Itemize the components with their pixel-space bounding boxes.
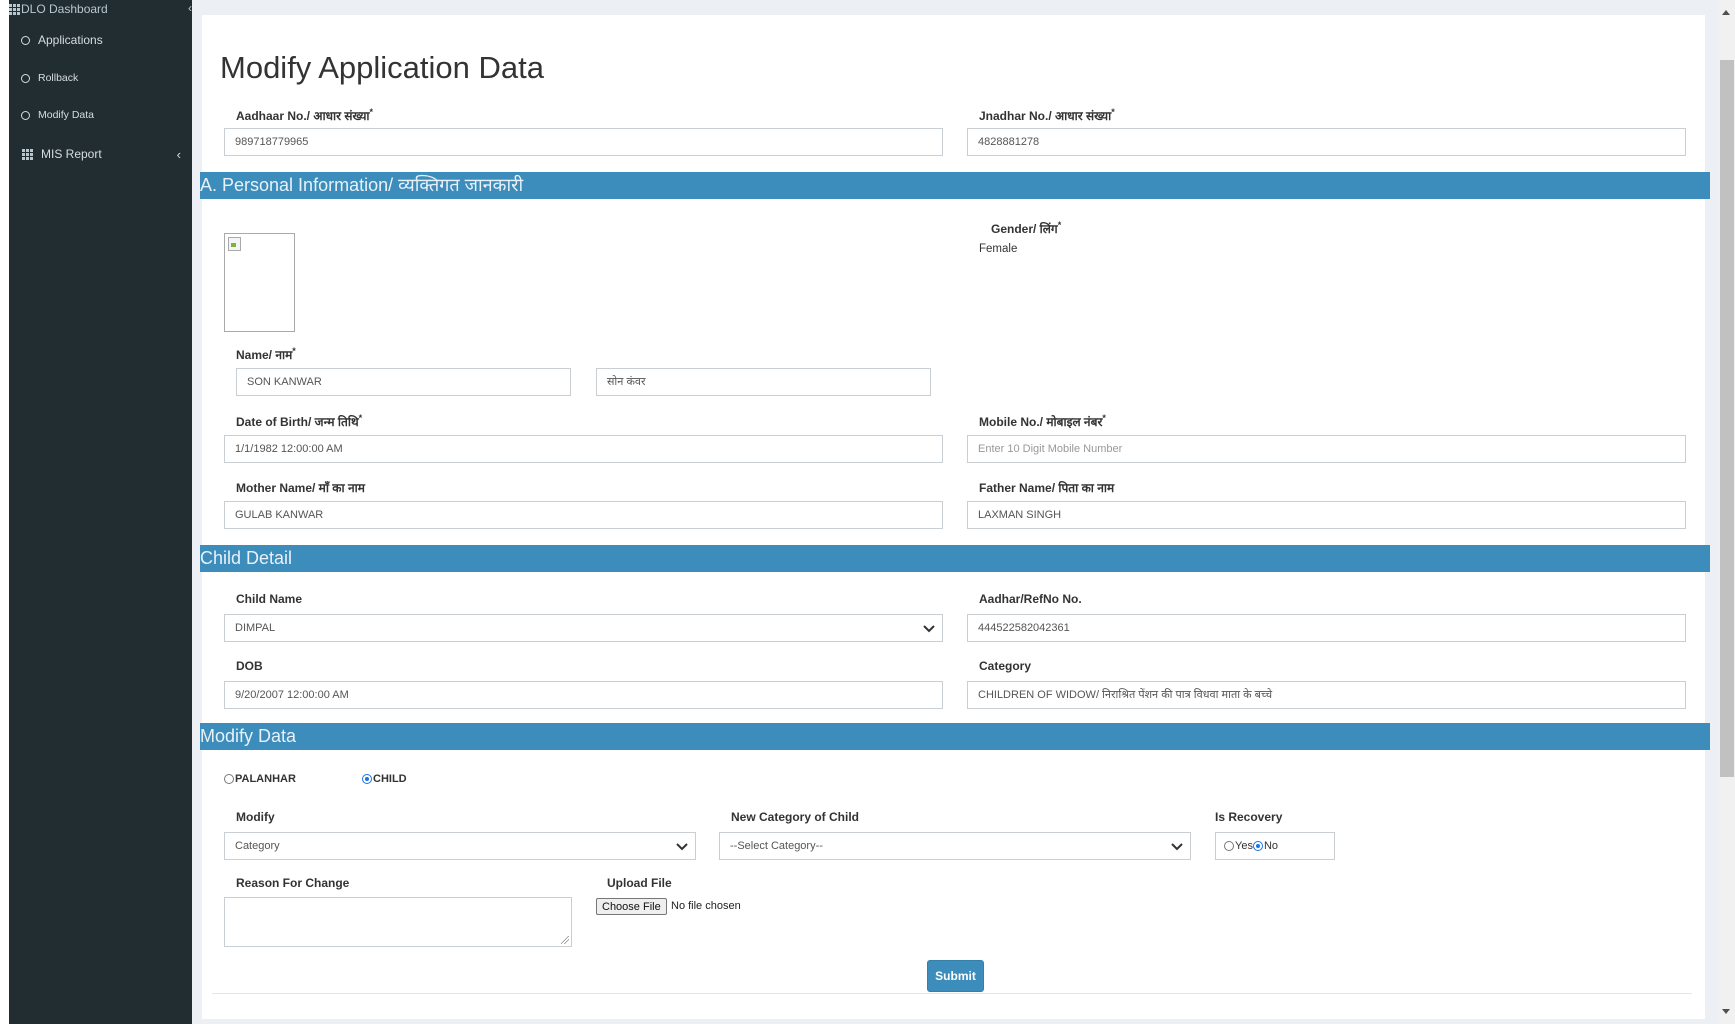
child-dob-label: DOB	[236, 659, 263, 673]
radio-button-selected-icon[interactable]	[362, 774, 372, 784]
choose-file-button[interactable]: Choose File	[596, 898, 667, 915]
scrollbar-thumb[interactable]	[1720, 60, 1734, 777]
recovery-yes-label: Yes	[1235, 840, 1253, 853]
sidebar-item-applications[interactable]: Applications	[9, 25, 192, 55]
chevron-down-icon	[676, 843, 688, 851]
mother-name-label: Mother Name/ माँ का नाम	[236, 481, 365, 495]
radio-palanhar-label: PALANHAR	[235, 773, 296, 785]
circle-icon	[21, 35, 30, 45]
file-status-text: No file chosen	[671, 900, 741, 912]
aadhaar-input[interactable]: 989718779965	[224, 128, 943, 156]
page-title: Modify Application Data	[220, 50, 544, 85]
recovery-no-label: No	[1263, 840, 1279, 853]
circle-icon	[21, 73, 30, 83]
scroll-up-arrow-icon[interactable]	[1722, 10, 1730, 15]
radio-button-icon[interactable]	[224, 774, 234, 784]
child-category-label: Category	[979, 659, 1032, 673]
sidebar-item-label: Modify Data	[38, 109, 95, 121]
reason-label: Reason For Change	[236, 876, 350, 890]
sidebar-item-mis-report[interactable]: MIS Report ‹	[9, 139, 192, 169]
recovery-yes-option[interactable]: Yes	[1224, 833, 1253, 859]
new-category-label: New Category of Child	[731, 810, 860, 824]
name-english-input[interactable]: SON KANWAR	[236, 368, 571, 396]
is-recovery-label: Is Recovery	[1215, 810, 1283, 824]
radio-button-icon[interactable]	[1224, 841, 1234, 852]
is-recovery-group: Yes No	[1215, 832, 1335, 860]
modify-select[interactable]: Category	[224, 832, 696, 860]
name-hindi-input[interactable]: सोन कंवर	[596, 368, 931, 396]
name-label: Name/ नाम*	[236, 346, 296, 362]
sidebar-item-label: MIS Report	[41, 147, 102, 161]
sidebar: DLO Dashboard ‹ Applications Rollback Mo…	[9, 0, 192, 1024]
section-modify-data: Modify Data	[200, 723, 1710, 750]
mobile-label: Mobile No./ मोबाइल नंबर*	[979, 413, 1106, 429]
child-name-value: DIMPAL	[235, 622, 276, 634]
chevron-down-icon	[923, 625, 935, 633]
table-icon	[22, 148, 33, 160]
resize-grip-icon[interactable]	[561, 936, 569, 944]
dob-input[interactable]: 1/1/1982 12:00:00 AM	[224, 435, 943, 463]
sidebar-item-label: Applications	[38, 33, 103, 47]
mother-name-input[interactable]: GULAB KANWAR	[224, 501, 943, 529]
father-name-input[interactable]: LAXMAN SINGH	[967, 501, 1686, 529]
dob-label: Date of Birth/ जन्म तिथि*	[236, 413, 363, 429]
new-category-select[interactable]: --Select Category--	[719, 832, 1191, 860]
radio-palanhar[interactable]: PALANHAR	[224, 773, 296, 785]
divider	[212, 993, 1692, 994]
father-name-label: Father Name/ पिता का नाम	[979, 481, 1115, 495]
child-aadhar-label: Aadhar/RefNo No.	[979, 592, 1082, 606]
circle-icon	[21, 110, 30, 120]
gender-value: Female	[979, 243, 1018, 255]
upload-file-label: Upload File	[607, 876, 672, 890]
dashboard-icon	[9, 4, 20, 15]
sidebar-item-modify-data[interactable]: Modify Data	[9, 100, 192, 130]
jnadhar-input[interactable]: 4828881278	[967, 128, 1686, 156]
child-aadhar-input[interactable]: 444522582042361	[967, 614, 1686, 642]
recovery-no-option[interactable]: No	[1252, 833, 1279, 859]
jnadhar-label: Jnadhar No./ आधार संख्या*	[979, 107, 1115, 123]
chevron-left-icon: ‹	[176, 146, 181, 162]
child-name-select[interactable]: DIMPAL	[224, 614, 943, 642]
chevron-down-icon	[1171, 843, 1183, 851]
broken-image-icon	[228, 237, 241, 251]
new-category-select-value: --Select Category--	[730, 840, 823, 852]
radio-child[interactable]: CHILD	[362, 773, 407, 785]
child-category-input[interactable]: CHILDREN OF WIDOW/ निराश्रित पेंशन की पा…	[967, 681, 1686, 709]
sidebar-header[interactable]: DLO Dashboard ‹	[9, 1, 192, 18]
sidebar-item-rollback[interactable]: Rollback	[9, 63, 192, 93]
child-dob-input[interactable]: 9/20/2007 12:00:00 AM	[224, 681, 943, 709]
reason-textarea[interactable]	[224, 897, 572, 947]
sidebar-header-label: DLO Dashboard	[21, 2, 108, 16]
mobile-input[interactable]: Enter 10 Digit Mobile Number	[967, 435, 1686, 463]
section-personal-information: A. Personal Information/ व्यक्तिगत जानका…	[200, 172, 1710, 199]
aadhaar-label: Aadhaar No./ आधार संख्या*	[236, 107, 374, 123]
sidebar-item-label: Rollback	[38, 72, 79, 84]
modify-select-value: Category	[235, 840, 280, 852]
gender-label: Gender/ लिंग*	[991, 220, 1062, 236]
scroll-down-arrow-icon[interactable]	[1722, 1009, 1730, 1014]
submit-button[interactable]: Submit	[927, 960, 984, 992]
section-child-detail: Child Detail	[200, 545, 1710, 572]
child-name-label: Child Name	[236, 592, 303, 606]
radio-child-label: CHILD	[373, 773, 407, 785]
applicant-photo	[224, 233, 295, 332]
radio-button-selected-icon[interactable]	[1252, 841, 1263, 852]
modify-label: Modify	[236, 810, 275, 824]
